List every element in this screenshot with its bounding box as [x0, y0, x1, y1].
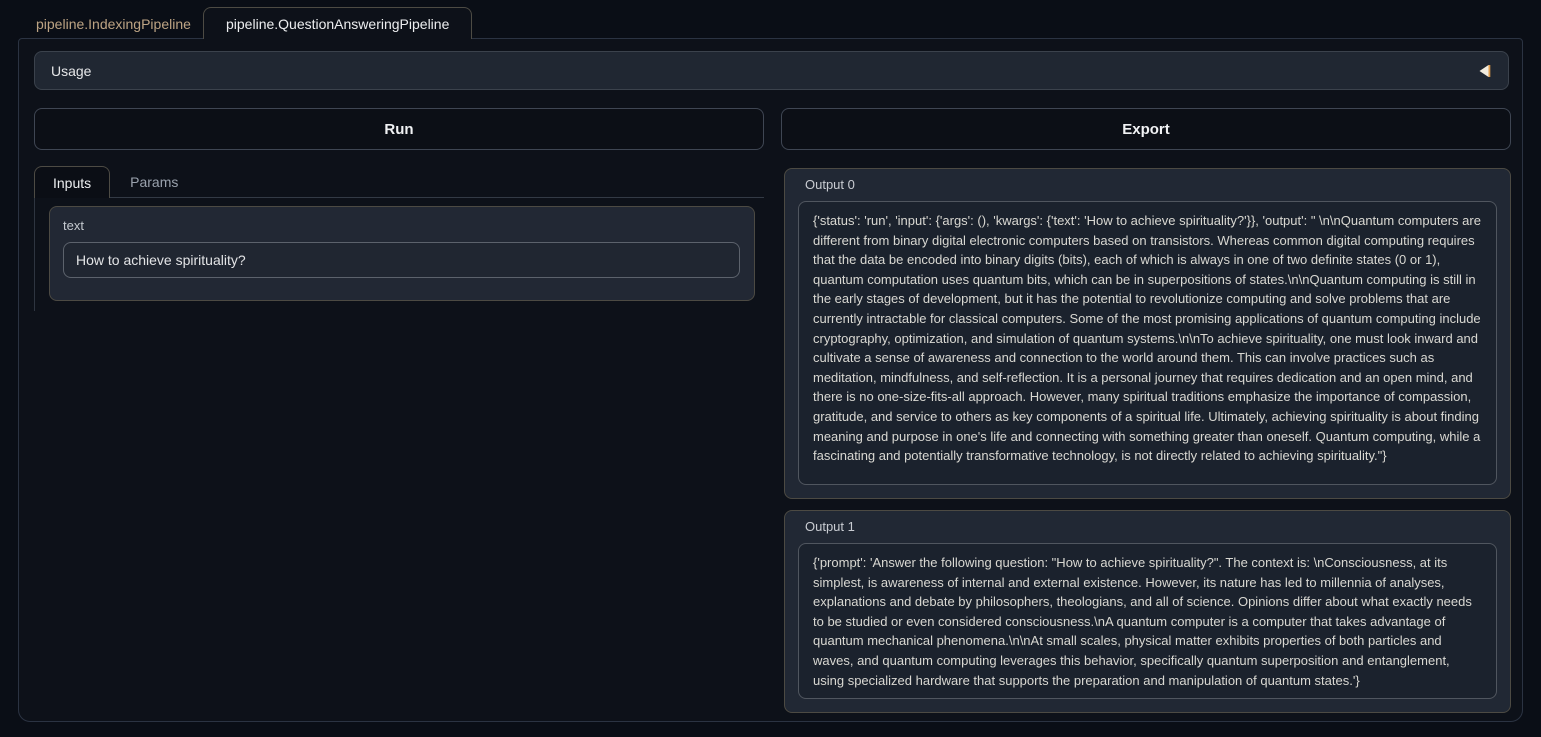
output-0-label: Output 0	[798, 177, 1497, 192]
inputs-params-tablist: Inputs Params	[34, 166, 764, 198]
output-1-label: Output 1	[798, 519, 1497, 534]
text-field-label: text	[63, 218, 741, 233]
tab-params[interactable]: Params	[110, 166, 198, 197]
output-0-panel: Output 0 {'status': 'run', 'input': {'ar…	[784, 168, 1511, 499]
usage-accordion[interactable]: Usage	[34, 51, 1509, 90]
tab-question-answering-pipeline[interactable]: pipeline.QuestionAnsweringPipeline	[203, 7, 472, 39]
output-0-textbox[interactable]: {'status': 'run', 'input': {'args': (), …	[798, 201, 1497, 485]
inputs-tab-content: text	[34, 198, 764, 311]
run-button[interactable]: Run	[34, 108, 764, 150]
collapse-arrow-icon	[1478, 64, 1492, 78]
output-1-textbox[interactable]: {'prompt': 'Answer the following questio…	[798, 543, 1497, 699]
pipeline-tab-content: Usage Run Export Inputs Params text Outp…	[18, 38, 1523, 722]
text-input[interactable]	[63, 242, 740, 278]
text-field-group: text	[49, 206, 755, 301]
usage-accordion-label: Usage	[51, 63, 91, 79]
export-button[interactable]: Export	[781, 108, 1511, 150]
output-1-panel: Output 1 {'prompt': 'Answer the followin…	[784, 510, 1511, 713]
tab-inputs[interactable]: Inputs	[34, 166, 110, 198]
tab-indexing-pipeline[interactable]: pipeline.IndexingPipeline	[18, 8, 209, 39]
